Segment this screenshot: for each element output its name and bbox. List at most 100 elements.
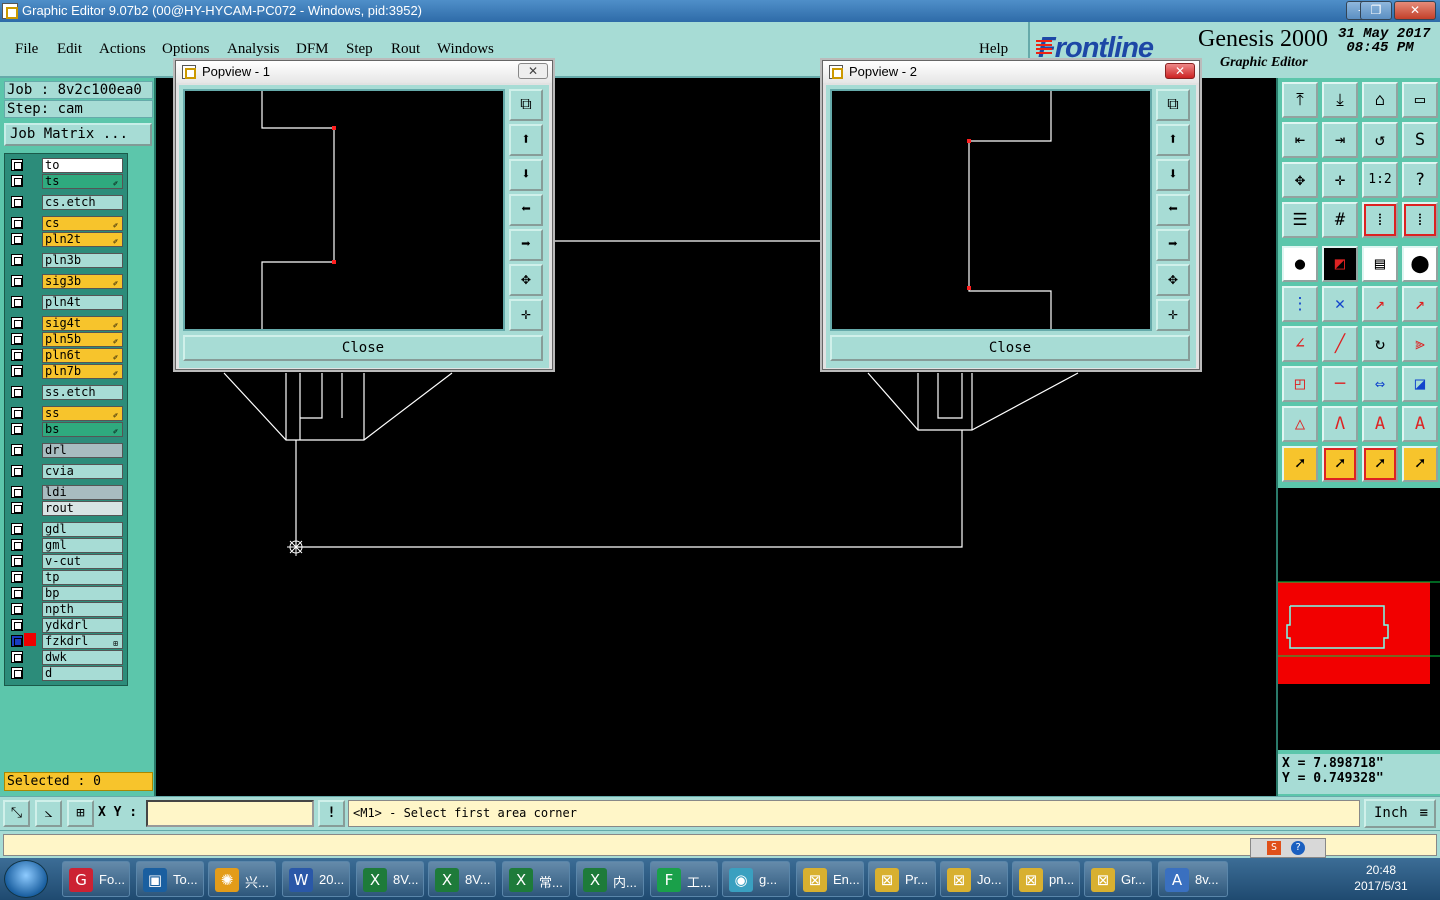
arc-icon[interactable]: ↻ [1362, 326, 1398, 362]
layer-name[interactable]: npth [42, 602, 123, 617]
layer-row-sig4t[interactable]: sig4t ✐ [8, 316, 126, 331]
apex-up-icon[interactable]: A [1362, 406, 1398, 442]
layer-checkbox[interactable] [11, 217, 23, 229]
undo-view-icon[interactable]: ↺ [1362, 122, 1398, 158]
grid-icon[interactable]: # [1322, 202, 1358, 238]
zoom-out-icon[interactable]: ✥ [1156, 264, 1190, 296]
select-circle-icon[interactable]: ➚ [1362, 446, 1398, 482]
layer-name[interactable]: v-cut [42, 554, 123, 569]
ime-toolbar[interactable]: S ? [1250, 838, 1326, 858]
shapes-icon[interactable]: ◪ [1402, 366, 1438, 402]
taskbar-item-genesis-f[interactable]: F 工... [650, 861, 718, 897]
layer-row-pln3b[interactable]: pln3b [8, 253, 126, 268]
select-box-icon[interactable]: ➚ [1322, 446, 1358, 482]
layer-row-cvia[interactable]: cvia [8, 464, 126, 479]
fit-screen-icon[interactable]: ▭ [1402, 82, 1438, 118]
cross-icon[interactable]: ✕ [1322, 286, 1358, 322]
exclamation-button[interactable]: ! [318, 800, 345, 827]
measure-icon[interactable]: ⇔ [1362, 366, 1398, 402]
layer-checkbox[interactable] [11, 444, 23, 456]
taskbar-item-graphic[interactable]: ⊠ Gr... [1084, 861, 1152, 897]
menu-actions[interactable]: Actions [99, 41, 146, 58]
split-line-icon[interactable]: ─ [1322, 366, 1358, 402]
layer-checkbox[interactable] [11, 386, 23, 398]
layer-name[interactable]: ts ✐ [42, 174, 123, 189]
pan-right-tool-icon[interactable]: ⇥ [1322, 122, 1358, 158]
taskbar-item-excel-2[interactable]: X 8V... [428, 861, 496, 897]
taskbar-item-word[interactable]: W 20... [282, 861, 350, 897]
layer-row-pln6t[interactable]: pln6t ✐ [8, 348, 126, 363]
layer-checkbox[interactable] [11, 407, 23, 419]
layer-checkbox[interactable] [11, 423, 23, 435]
taskbar-item-engine[interactable]: ⊠ En... [796, 861, 864, 897]
pan-left-icon[interactable]: ⬅ [509, 194, 543, 226]
taskbar-item-pn[interactable]: ⊠ pn... [1012, 861, 1080, 897]
layer-row-pln5b[interactable]: pln5b ✐ [8, 332, 126, 347]
layer-checkbox[interactable] [11, 333, 23, 345]
layer-name[interactable]: tp [42, 570, 123, 585]
triangle-icon[interactable]: △ [1282, 406, 1318, 442]
scale-1-2-icon[interactable]: 1:2 [1362, 162, 1398, 198]
apex-right-icon[interactable]: A [1402, 406, 1438, 442]
settings-sliders-icon[interactable]: ☰ [1282, 202, 1318, 238]
parallel-icon[interactable]: ⫸ [1402, 326, 1438, 362]
layer-name[interactable]: cs.etch [42, 195, 123, 210]
layer-checkbox[interactable] [11, 571, 23, 583]
zoom-out-icon[interactable]: ✥ [509, 264, 543, 296]
layer-row-gml[interactable]: gml [8, 538, 126, 553]
popview-2-close-x-button[interactable]: ✕ [1165, 63, 1195, 79]
pan-down-tool-icon[interactable]: ⤓ [1322, 82, 1358, 118]
connect-nodes-icon[interactable]: ⋮ [1282, 286, 1318, 322]
layer-name[interactable]: sig3b ✐ [42, 274, 123, 289]
taskbar-item-process[interactable]: ⊠ Pr... [868, 861, 936, 897]
maximize-button[interactable]: ❐ [1360, 1, 1392, 20]
layer-row-tp[interactable]: tp [8, 570, 126, 585]
menu-help[interactable]: Help [979, 41, 1008, 58]
layer-name[interactable]: gml [42, 538, 123, 553]
popview-2-canvas[interactable] [830, 89, 1152, 331]
menu-windows[interactable]: Windows [437, 41, 494, 58]
close-window-button[interactable]: ✕ [1394, 1, 1436, 20]
layer-name[interactable]: ydkdrl [42, 618, 123, 633]
zoom-window-icon[interactable]: ⧉ [1156, 89, 1190, 121]
layer-name[interactable]: cs ✐ [42, 216, 123, 231]
layer-name[interactable]: pln7b ✐ [42, 364, 123, 379]
layer-name[interactable]: pln5b ✐ [42, 332, 123, 347]
layer-checkbox[interactable] [11, 667, 23, 679]
apex-icon[interactable]: Λ [1322, 406, 1358, 442]
pan-right-icon[interactable]: ➡ [509, 229, 543, 261]
pan-down-icon[interactable]: ⬇ [1156, 159, 1190, 191]
zoom-out-tool-icon[interactable]: ✛ [1322, 162, 1358, 198]
menu-rout[interactable]: Rout [391, 41, 420, 58]
snap-icon[interactable]: ⤡ [3, 800, 30, 827]
menu-edit[interactable]: Edit [57, 41, 82, 58]
layer-row-cs.etch[interactable]: cs.etch [8, 195, 126, 210]
layer-display-icon[interactable]: ⁞ [1362, 202, 1398, 238]
layer-row-ss[interactable]: ss ✐ [8, 406, 126, 421]
layer-row-fzkdrl[interactable]: fzkdrl ⊞ [8, 633, 126, 649]
taskbar-item-frontline[interactable]: G Fo... [62, 861, 130, 897]
circle-pad-icon[interactable]: ⬤ [1402, 246, 1438, 282]
layer-checkbox[interactable] [11, 555, 23, 567]
unit-select[interactable]: Inch ≡ [1364, 799, 1436, 828]
layer-checkbox[interactable] [11, 175, 23, 187]
layer-row-pln4t[interactable]: pln4t [8, 295, 126, 310]
start-button[interactable] [4, 860, 48, 898]
layer-row-ts[interactable]: ts ✐ [8, 174, 126, 189]
layer-row-bs[interactable]: bs ✐ [8, 422, 126, 437]
layer-checkbox[interactable] [11, 254, 23, 266]
layer-checkbox[interactable] [11, 296, 23, 308]
move-point-icon[interactable]: ↗ [1362, 286, 1398, 322]
pad-add-icon[interactable]: ● [1282, 246, 1318, 282]
menu-dfm[interactable]: DFM [296, 41, 329, 58]
layer-checkbox[interactable] [11, 275, 23, 287]
job-matrix-button[interactable]: Job Matrix ... [4, 123, 152, 146]
layer-name[interactable]: fzkdrl ⊞ [42, 634, 123, 649]
menu-step[interactable]: Step [346, 41, 373, 58]
taskbar-item-tools[interactable]: ▣ To... [136, 861, 204, 897]
zoom-window-icon[interactable]: ⧉ [509, 89, 543, 121]
zoom-in-icon[interactable]: ✛ [509, 299, 543, 331]
layer-row-ldi[interactable]: ldi [8, 485, 126, 500]
layer-row-to[interactable]: to [8, 158, 126, 173]
layer-name[interactable]: sig4t ✐ [42, 316, 123, 331]
